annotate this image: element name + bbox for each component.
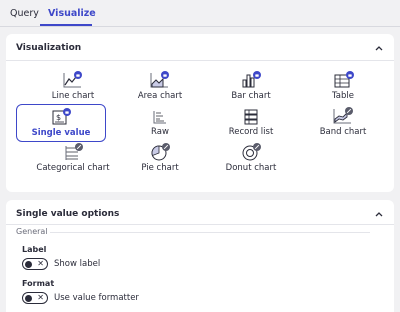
pie-chart-icon [151, 143, 170, 161]
section-divider [50, 232, 370, 233]
tab-bar: Query Visualize [0, 0, 400, 28]
toggle-off-icon: ✕ [37, 293, 44, 302]
toggle-knob [24, 260, 32, 268]
show-label-toggle[interactable]: ✕ [22, 258, 48, 270]
chevron-up-icon[interactable] [374, 210, 384, 218]
viz-option-label: Line chart [51, 91, 95, 101]
show-label-text: Show label [54, 259, 101, 269]
format-field-label: Format [22, 279, 55, 288]
viz-option-table[interactable]: Table [298, 68, 388, 106]
viz-option-label: Band chart [319, 127, 367, 137]
viz-option-label: Pie chart [141, 163, 179, 173]
section-general-label: General [16, 227, 48, 236]
viz-option-categorical-chart[interactable]: Categorical chart [28, 140, 118, 178]
line-chart-icon [63, 71, 82, 88]
viz-option-label: Table [332, 91, 354, 101]
viz-option-pie-chart[interactable]: Pie chart [115, 140, 205, 178]
viz-option-line-chart[interactable]: Line chart [28, 68, 118, 106]
band-chart-icon [333, 107, 353, 124]
viz-option-bar-chart[interactable]: Bar chart [206, 68, 296, 106]
viz-option-label: Area chart [137, 91, 183, 101]
value-formatter-text: Use value formatter [54, 293, 139, 303]
visualization-panel: Visualization Line chart Area chart Bar … [6, 34, 394, 192]
panel-divider [6, 224, 394, 225]
viz-option-label: Single value [31, 128, 91, 138]
raw-icon [153, 111, 166, 124]
table-icon [334, 71, 354, 88]
bar-chart-icon [242, 71, 261, 88]
tab-visualize[interactable]: Visualize [48, 8, 96, 19]
tab-query[interactable]: Query [10, 8, 39, 19]
viz-option-label: Raw [151, 127, 169, 137]
viz-option-label: Record list [228, 127, 274, 137]
toggle-off-icon: ✕ [37, 259, 44, 268]
toggle-knob [24, 294, 32, 302]
viz-option-label: Donut chart [225, 163, 277, 173]
viz-option-record-list[interactable]: Record list [206, 104, 296, 142]
viz-option-single-value[interactable]: $ Single value [16, 104, 106, 142]
single-value-options-panel: Single value options General Label ✕ Sho… [6, 200, 394, 312]
record-list-icon [244, 109, 258, 125]
tab-divider [0, 26, 400, 27]
value-formatter-toggle[interactable]: ✕ [22, 292, 48, 304]
viz-option-label: Bar chart [231, 91, 271, 101]
area-chart-icon [150, 71, 169, 88]
viz-option-donut-chart[interactable]: Donut chart [206, 140, 296, 178]
donut-chart-icon [242, 143, 261, 161]
viz-option-label: Categorical chart [36, 163, 110, 173]
panel-divider [6, 60, 394, 61]
categorical-chart-icon [65, 143, 83, 160]
viz-option-band-chart[interactable]: Band chart [298, 104, 388, 142]
options-title: Single value options [16, 209, 120, 219]
viz-option-area-chart[interactable]: Area chart [115, 68, 205, 106]
single-value-icon: $ [52, 108, 71, 125]
label-field-label: Label [22, 245, 47, 254]
svg-text:$: $ [56, 113, 61, 122]
chevron-up-icon[interactable] [374, 44, 384, 52]
visualization-title: Visualization [16, 43, 82, 53]
viz-option-raw[interactable]: Raw [115, 104, 205, 142]
